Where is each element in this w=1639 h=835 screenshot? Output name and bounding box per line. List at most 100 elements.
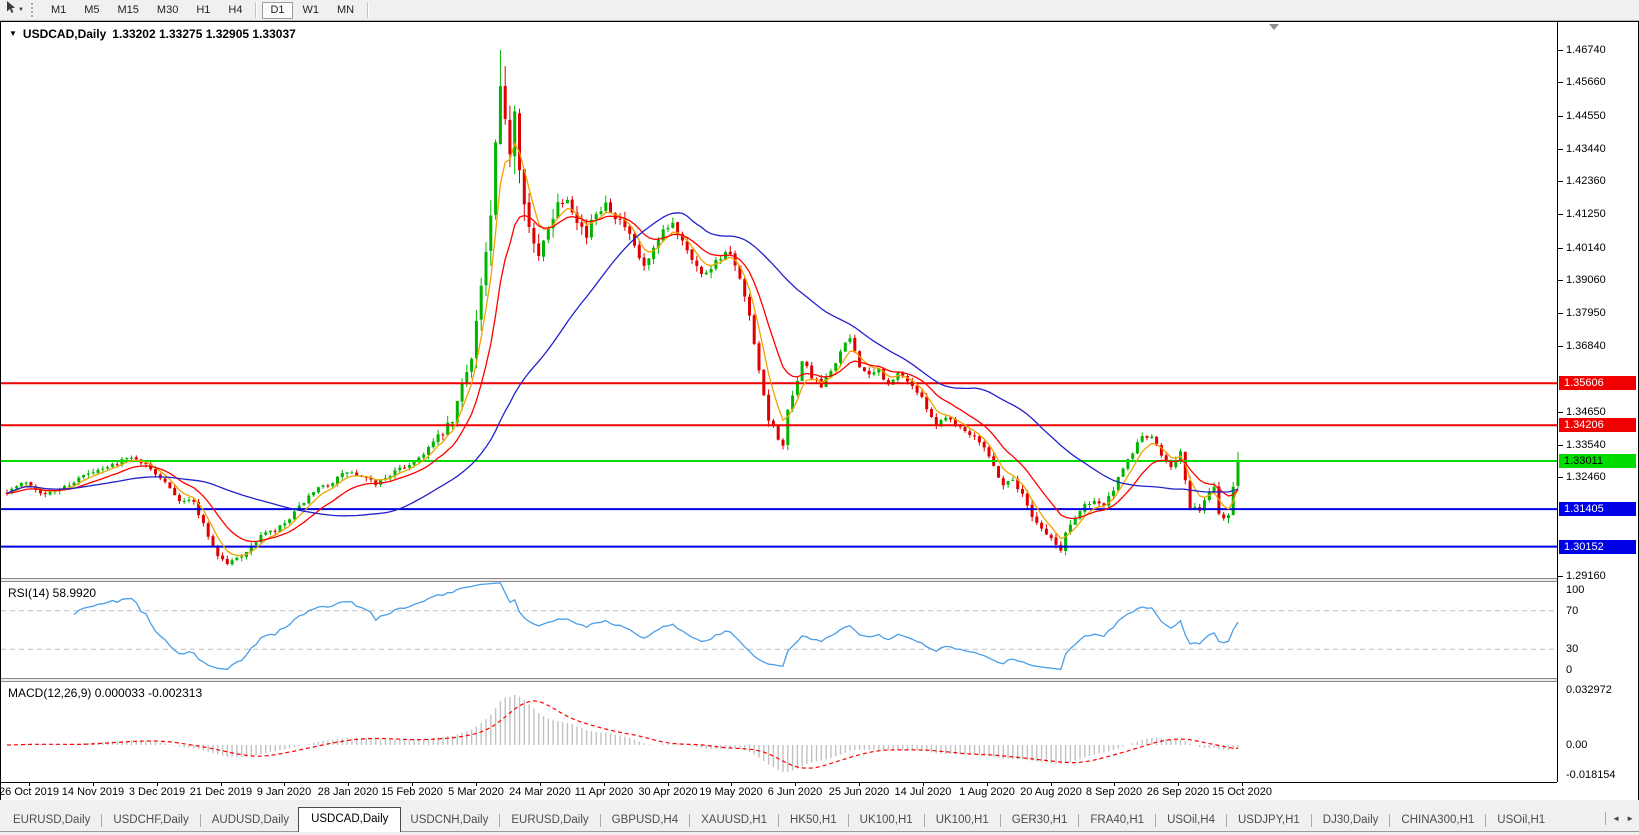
price-tick-mark bbox=[1558, 82, 1563, 83]
timeframe-button-w1[interactable]: W1 bbox=[295, 2, 328, 19]
timeframe-button-m5[interactable]: M5 bbox=[76, 2, 107, 19]
price-tick-label: 1.41250 bbox=[1566, 208, 1606, 220]
tab-audusd-daily[interactable]: AUDUSD,Daily bbox=[203, 809, 298, 832]
toolbar-separator bbox=[255, 2, 257, 18]
price-axis[interactable]: 1.467401.456601.445501.434401.423601.412… bbox=[1557, 22, 1638, 782]
tab-separator bbox=[1078, 814, 1079, 827]
price-tick-label: 1.37950 bbox=[1566, 307, 1606, 319]
price-tick-label: 1.36840 bbox=[1566, 340, 1606, 352]
price-tick-mark bbox=[1558, 477, 1563, 478]
price-tick-label: 1.39060 bbox=[1566, 274, 1606, 286]
tab-usdcad-daily[interactable]: USDCAD,Daily bbox=[298, 807, 401, 832]
tab-separator bbox=[689, 814, 690, 827]
price-tick-mark bbox=[1558, 50, 1563, 51]
price-tick-mark bbox=[1558, 445, 1563, 446]
price-tick-label: 1.29160 bbox=[1566, 570, 1606, 582]
price-tick-mark bbox=[1558, 346, 1563, 347]
timeframe-button-h1[interactable]: H1 bbox=[188, 2, 218, 19]
chart-title: ▼ USDCAD,Daily 1.33202 1.33275 1.32905 1… bbox=[9, 27, 296, 41]
tab-china300-h1[interactable]: CHINA300,H1 bbox=[1392, 809, 1483, 832]
top-toolbar: ▼ M1M5M15M30H1H4 D1W1MN bbox=[0, 0, 1639, 21]
price-tick-label: 1.44550 bbox=[1566, 110, 1606, 122]
price-tick-label: 1.42360 bbox=[1566, 175, 1606, 187]
tab-usdcnh-daily[interactable]: USDCNH,Daily bbox=[401, 809, 497, 832]
date-axis[interactable]: 26 Oct 201914 Nov 20193 Dec 201921 Dec 2… bbox=[1, 782, 1557, 800]
price-tick-mark bbox=[1558, 149, 1563, 150]
tab-separator bbox=[101, 814, 102, 827]
hline-price-tag: 1.34206 bbox=[1559, 418, 1636, 432]
tab-separator bbox=[600, 814, 601, 827]
tab-scroll-right-icon[interactable]: ► bbox=[1626, 814, 1634, 823]
tab-scroll-controls: ◄ ► bbox=[1605, 812, 1634, 825]
price-tick-label: 1.43440 bbox=[1566, 143, 1606, 155]
hline-price-tag: 1.30152 bbox=[1559, 540, 1636, 554]
chart-window: ▼ USDCAD,Daily 1.33202 1.33275 1.32905 1… bbox=[0, 21, 1639, 800]
timeframe-button-m30[interactable]: M30 bbox=[149, 2, 186, 19]
timeframe-button-h4[interactable]: H4 bbox=[220, 2, 250, 19]
cursor-tool-button[interactable]: ▼ bbox=[2, 2, 27, 19]
price-tick-mark bbox=[1558, 214, 1563, 215]
price-tick-label: 1.32460 bbox=[1566, 471, 1606, 483]
tab-hk50-h1[interactable]: HK50,H1 bbox=[781, 809, 846, 832]
price-tick-label: 1.40140 bbox=[1566, 242, 1606, 254]
macd-scale-label: -0.018154 bbox=[1566, 769, 1616, 781]
price-tick-label: 1.45660 bbox=[1566, 76, 1606, 88]
timeframe-button-d1[interactable]: D1 bbox=[262, 2, 292, 19]
tab-uk100-h1[interactable]: UK100,H1 bbox=[851, 809, 922, 832]
price-tick-label: 1.34650 bbox=[1566, 406, 1606, 418]
main-chart[interactable] bbox=[1, 22, 1557, 578]
tab-separator bbox=[1485, 814, 1486, 827]
toolbar-grip bbox=[31, 3, 36, 17]
tab-ger30-h1[interactable]: GER30,H1 bbox=[1003, 809, 1077, 832]
tab-usoil-h4[interactable]: USOil,H4 bbox=[1158, 809, 1224, 832]
chart-symbol-label: USDCAD,Daily bbox=[23, 27, 106, 41]
chart-tab-bar: EURUSD,DailyUSDCHF,DailyAUDUSD,DailyUSDC… bbox=[0, 800, 1639, 835]
tab-dj30-daily[interactable]: DJ30,Daily bbox=[1314, 809, 1388, 832]
price-tick-mark bbox=[1558, 576, 1563, 577]
timeframe-button-m1[interactable]: M1 bbox=[43, 2, 74, 19]
hline-price-tag: 1.35606 bbox=[1559, 376, 1636, 390]
tab-separator bbox=[499, 814, 500, 827]
timeframe-buttons: M1M5M15M30H1H4 D1W1MN bbox=[42, 2, 373, 19]
macd-indicator-label: MACD(12,26,9) 0.000033 -0.002313 bbox=[8, 686, 202, 700]
tab-scroll-divider bbox=[1605, 812, 1606, 825]
price-tick-mark bbox=[1558, 248, 1563, 249]
tab-usoil-h1[interactable]: USOil,H1 bbox=[1488, 809, 1554, 832]
chart-ohlc-values: 1.33202 1.33275 1.32905 1.33037 bbox=[112, 27, 296, 41]
rsi-scale-label: 0 bbox=[1566, 664, 1572, 676]
cursor-icon bbox=[5, 1, 16, 19]
tab-fra40-h1[interactable]: FRA40,H1 bbox=[1081, 809, 1153, 832]
tab-scroll-left-icon[interactable]: ◄ bbox=[1612, 814, 1620, 823]
rsi-panel[interactable] bbox=[1, 582, 1557, 678]
timeframe-button-mn[interactable]: MN bbox=[329, 2, 362, 19]
price-tick-label: 1.33540 bbox=[1566, 439, 1606, 451]
hline-price-tag: 1.33011 bbox=[1559, 454, 1636, 468]
tab-separator bbox=[1000, 814, 1001, 827]
tab-separator bbox=[1311, 814, 1312, 827]
toolbar-separator bbox=[367, 2, 369, 18]
tab-separator bbox=[1389, 814, 1390, 827]
timeframe-button-m15[interactable]: M15 bbox=[110, 2, 147, 19]
tab-usdchf-daily[interactable]: USDCHF,Daily bbox=[104, 809, 197, 832]
tab-xauusd-h1[interactable]: XAUUSD,H1 bbox=[692, 809, 776, 832]
tab-eurusd-daily[interactable]: EURUSD,Daily bbox=[4, 809, 99, 832]
tab-separator bbox=[848, 814, 849, 827]
hline-price-tag: 1.31405 bbox=[1559, 502, 1636, 516]
date-tick-label: 15 Oct 2020 bbox=[1202, 786, 1282, 798]
price-tick-mark bbox=[1558, 412, 1563, 413]
chart-tabs: EURUSD,DailyUSDCHF,DailyAUDUSD,DailyUSDC… bbox=[4, 807, 1554, 832]
tab-uk100-h1[interactable]: UK100,H1 bbox=[927, 809, 998, 832]
tab-separator bbox=[1226, 814, 1227, 827]
rsi-scale-label: 100 bbox=[1566, 584, 1584, 596]
tab-separator bbox=[200, 814, 201, 827]
symbol-dropdown-icon[interactable]: ▼ bbox=[9, 30, 17, 38]
macd-panel[interactable] bbox=[1, 682, 1557, 782]
chart-shift-marker[interactable] bbox=[1269, 24, 1279, 30]
tab-separator bbox=[1155, 814, 1156, 827]
tab-eurusd-daily[interactable]: EURUSD,Daily bbox=[502, 809, 597, 832]
rsi-scale-label: 30 bbox=[1566, 643, 1578, 655]
price-tick-mark bbox=[1558, 116, 1563, 117]
tab-usdjpy-h1[interactable]: USDJPY,H1 bbox=[1229, 809, 1309, 832]
price-tick-mark bbox=[1558, 313, 1563, 314]
tab-gbpusd-h4[interactable]: GBPUSD,H4 bbox=[603, 809, 687, 832]
